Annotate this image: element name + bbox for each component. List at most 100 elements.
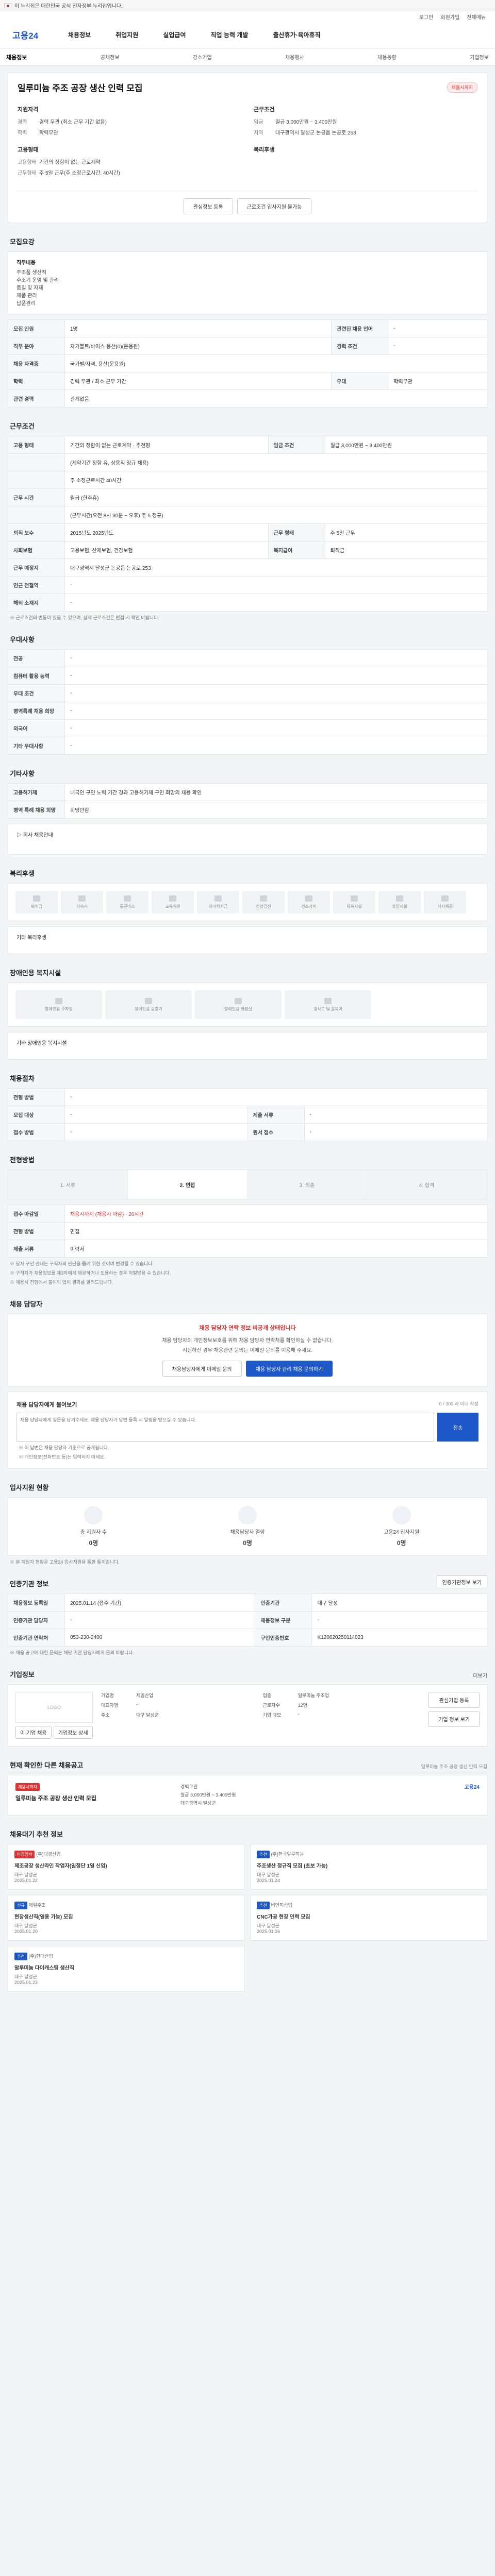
benefit-item: 식사제공 — [424, 891, 466, 913]
agency-note: ※ 채용 공고에 대한 문의는 해당 기관 담당자에게 문의 바랍니다. — [10, 1650, 135, 1655]
login-link[interactable]: 로그인 — [419, 13, 434, 21]
cell-label: 채용 자격증 — [8, 354, 65, 372]
table-row: (근무시간(오전 8시 30분 ~ 오후) 주 5 정규) — [8, 506, 487, 524]
cell-value: (계약기간 정함 유, 상용직 정규 채용) — [64, 453, 487, 471]
section-title-recruit: 모집요강 — [10, 238, 35, 246]
cell-value: - — [304, 1106, 487, 1124]
cell-value: 월급 3,000만원 ~ 3,400만원 — [324, 436, 488, 454]
disabled-sub-box: 기타 장애인용 복지시설 — [8, 1032, 487, 1060]
similar-job-card[interactable]: 채용시까지 일루미늄 주조 공장 생산 인력 모집 경력무관 월급 3,000만… — [8, 1775, 487, 1816]
cell-value: 주 소정근로시간 40시간 — [64, 471, 487, 489]
other-job-card[interactable]: 추천 비엔피산업 CNC가공 현장 인력 모집 대구 달성군 2025.01.26 — [250, 1894, 487, 1941]
stat-value: 0명 — [243, 1539, 252, 1547]
stat-item: 총 지원자 수 0명 — [16, 1506, 171, 1547]
company-more-link[interactable]: 더보기 — [473, 1671, 487, 1679]
cell-label: 복지급여 — [268, 541, 325, 559]
cell-label: 병역특례 채용 희망 — [8, 702, 65, 720]
qualification-block: 지원자격 경력 경력 무관 (최소 근무 기간 없음) 학력 학력무관 고용형태 고… — [18, 105, 241, 179]
other-job-date: 2025.01.24 — [257, 1877, 280, 1883]
agency-info-button[interactable]: 인증기관정보 보기 — [436, 1575, 487, 1588]
company-name: (주)현대산업 — [28, 1953, 53, 1959]
global-nav: 고용24 채용정보 취업지원 실업급여 직업 능력 개발 출산휴가·육아휴직 — [0, 22, 495, 48]
section-title-steps: 전형방법 — [10, 1156, 35, 1164]
company-jobs-button[interactable]: 이 기업 채용 — [15, 1726, 52, 1739]
cell-value: 1명 — [64, 319, 332, 337]
subnav-item[interactable]: 공채정보 — [101, 53, 120, 61]
table-row: 전형 방법 - — [8, 1088, 487, 1106]
facility-label: 장애인용 주차장 — [45, 1006, 73, 1011]
step-item: 4. 합격 — [367, 1170, 487, 1199]
stat-item: 채용담당자 열람 0명 — [171, 1506, 325, 1547]
cell-value: 기간의 정함이 없는 근로계약 · 추천형 — [64, 436, 269, 454]
gnb-item-unemployment[interactable]: 실업급여 — [163, 30, 186, 39]
job-tag: 추천 — [257, 1901, 270, 1909]
company-info-button[interactable]: 기업 정보 보기 — [428, 1711, 480, 1727]
field-label: 대표자명 — [101, 1703, 119, 1708]
cell-label: 사회보험 — [8, 541, 65, 559]
apply-button[interactable]: 근로조건 입사지원 불가능 — [237, 198, 312, 214]
gnb-item-jobs[interactable]: 채용정보 — [68, 30, 91, 39]
similar-location: 대구광역시 달성군 — [180, 1801, 216, 1806]
sitemap-link[interactable]: 전체메뉴 — [467, 13, 486, 21]
other-job-date: 2025.01.26 — [257, 1928, 280, 1934]
facility-icon — [324, 997, 332, 1004]
company-detail-button[interactable]: 기업정보 상세 — [53, 1726, 93, 1739]
facility-icon — [235, 997, 242, 1004]
other-job-title: 제조공장 생산라인 작업자(일정단 1일 신입) — [14, 1863, 107, 1869]
subnav-active[interactable]: 채용정보 — [6, 53, 27, 61]
benefit-icon — [169, 895, 176, 902]
subnav-item[interactable]: 채용동향 — [377, 53, 397, 61]
job-summary-card: 일루미늄 주조 공장 생산 인력 모집 채용시까지 지원자격 경력 경력 무관 (… — [8, 72, 487, 223]
table-row: 근무 예정지 대구광역시 달성군 논공읍 논공로 253 — [8, 558, 487, 577]
cell-label: 모집 대상 — [8, 1106, 65, 1124]
table-row: 사회보험 고용보험, 산재보험, 건강보험 복지급여 퇴직금 — [8, 541, 488, 559]
other-job-card[interactable]: 추천 (주)한국알루미늄 주조생산 정규직 모집 (초보 가능) 대구 달성군 202… — [250, 1843, 487, 1890]
cell-label: 제출 서류 — [8, 1240, 65, 1258]
table-row: 제출 서류 이력서 — [8, 1240, 487, 1258]
cell-value: 채용시까지 (채용시 마감) · 26시간 — [64, 1205, 487, 1223]
cell-value: - — [304, 1123, 487, 1141]
job-content-box: 직무내용 주조품 생산직 주조기 운영 및 관리 품질 및 자재 제품 관리 납… — [8, 251, 487, 314]
site-logo[interactable]: 고용24 — [12, 28, 43, 41]
cell-label: 근무 예정지 — [8, 558, 65, 577]
stat-label: 채용담당자 열람 — [230, 1530, 265, 1535]
gnb-item-support[interactable]: 취업지원 — [116, 30, 138, 39]
qa-input[interactable] — [16, 1413, 434, 1442]
similar-source: 고용24 — [464, 1785, 480, 1790]
qa-note: ※ 개인정보(전화번호 등)는 입력하지 마세요. — [19, 1454, 106, 1460]
qa-submit-button[interactable]: 전송 — [437, 1413, 478, 1442]
cell-label: 관련된 채용 언어 — [331, 319, 389, 337]
location-label: 지역 — [254, 130, 263, 136]
other-job-card[interactable]: 신규 제일주조 현장생산직(일용 가능) 모집 대구 달성군 2025.01.20 — [8, 1894, 245, 1941]
table-row: 접수 방법 - 원서 접수 - — [8, 1123, 487, 1141]
section-title-company: 기업정보 — [10, 1671, 35, 1679]
gnb-item-training[interactable]: 직업 능력 개발 — [211, 30, 249, 39]
field-value: - — [136, 1702, 138, 1707]
cell-label: 인근 전철역 — [8, 576, 65, 594]
benefit-item: 교육지원 — [152, 891, 194, 913]
deadline-tag: 채용시까지 — [15, 1783, 40, 1791]
job-title: 일루미늄 주조 공장 생산 인력 모집 — [18, 83, 143, 93]
cell-label: 우대 — [331, 372, 389, 390]
email-inquiry-button[interactable]: 채용담당자에게 이메일 문의 — [162, 1361, 242, 1377]
benefit-label: 휴양시설 — [392, 904, 407, 909]
document-icon — [392, 1506, 411, 1524]
save-interest-button[interactable]: 관심정보 등록 — [183, 198, 233, 214]
cell-value: 내국인 구인 노력 기간 경과 고용허가제 구인 희망의 채용 확인 — [64, 783, 487, 801]
gov-banner: 이 누리집은 대한민국 공식 전자정부 누리집입니다. — [0, 0, 495, 11]
table-row: 직무 분야 자기볼트/바이스 용산(0)(운용원) 경력 조건 - — [8, 337, 487, 355]
contact-inquiry-button[interactable]: 채용 담당자 관리 채용 문의하기 — [245, 1361, 333, 1377]
subnav-item[interactable]: 강소기업 — [193, 53, 212, 61]
cell-label: 직무 분야 — [8, 337, 65, 355]
favorite-company-button[interactable]: 관심기업 등록 — [428, 1692, 480, 1708]
other-job-card[interactable]: 마감임박 (주)대경산업 제조공장 생산라인 작업자(일정단 1일 신입) 대구 달… — [8, 1843, 245, 1890]
contact-alert: 채용 담당자 연락 정보 비공개 상태입니다 — [199, 1325, 296, 1331]
job-tag: 신규 — [14, 1901, 27, 1909]
subnav-item[interactable]: 기업정보 — [470, 53, 489, 61]
subnav-item[interactable]: 채용행사 — [285, 53, 304, 61]
benefit-icon — [33, 895, 40, 902]
join-link[interactable]: 회원가입 — [440, 13, 459, 21]
gnb-item-leave[interactable]: 출산휴가·육아휴직 — [273, 30, 320, 39]
table-row: 병역특례 채용 희망 - — [8, 702, 487, 720]
other-job-card[interactable]: 추천 (주)현대산업 알루미늄 다이캐스팅 생산직 대구 달성군 2025.01.23 — [8, 1945, 245, 1992]
